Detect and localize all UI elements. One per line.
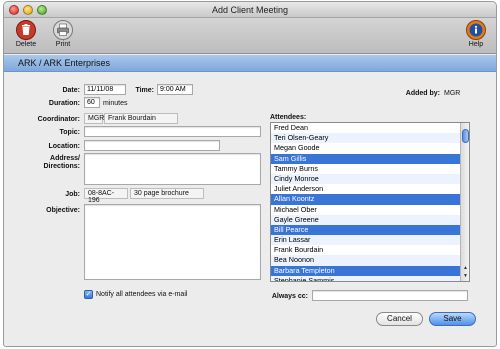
add-client-meeting-window: Add Client Meeting Delete Print Help ARK… [3,1,497,347]
attendee-item[interactable]: Gayle Greene [271,214,469,225]
attendee-item[interactable]: Juliet Anderson [271,184,469,194]
address-directions-field[interactable] [84,153,261,185]
toolbar: Delete Print Help [4,18,496,54]
notify-checkbox[interactable]: ✓ [84,290,93,299]
client-title: ARK / ARK Enterprises [18,58,111,68]
attendee-item[interactable]: Fred Dean [271,123,469,133]
job-name[interactable]: 30 page brochure [130,188,204,199]
objective-label: Objective: [46,207,80,214]
attendees-rows: Fred Dean Teri Olsen-Geary Megan Goode Sam … [271,123,469,281]
added-by-value: MGR [444,90,461,97]
attendees-scrollbar[interactable]: ▲ ▼ [460,123,469,281]
printer-icon [53,20,73,40]
duration-field[interactable] [84,97,100,108]
duration-label: Duration: [48,100,80,107]
delete-button[interactable]: Delete [11,20,41,48]
location-label: Location: [48,143,81,150]
delete-label: Delete [15,41,37,48]
attendees-label: Attendees: [270,114,307,121]
help-label: Help [468,41,484,48]
scroll-up-arrow-icon[interactable]: ▲ [461,265,469,271]
attendee-item[interactable]: Cindy Monroe [271,173,469,185]
attendee-item[interactable]: Bill Pearce [271,224,469,236]
attendee-item[interactable]: Erin Lassar [271,235,469,246]
coordinator-name[interactable]: Frank Bourdain [104,113,178,124]
attendee-item[interactable]: Teri Olsen-Geary [271,133,469,144]
duration-unit: minutes [103,100,128,107]
objective-field[interactable] [84,204,261,280]
coordinator-code[interactable]: MGR [84,113,104,124]
cancel-button[interactable]: Cancel [376,312,423,326]
attendee-item[interactable]: Stephanie Sammis [271,275,469,281]
print-button[interactable]: Print [48,20,78,48]
job-code[interactable]: 08-8AC-196 [84,188,128,204]
attendee-item[interactable]: Bea Noonon [271,255,469,266]
trash-icon [16,20,36,40]
coordinator-label: Coordinator: [37,116,80,123]
topic-field[interactable] [84,126,261,137]
attendee-item[interactable]: Michael Ober [271,205,469,215]
time-field[interactable] [157,84,193,95]
address-label: Address/ [50,155,80,162]
always-cc-label: Always cc: [271,293,308,300]
scroll-thumb[interactable] [462,129,469,143]
attendee-item[interactable]: Allan Koontz [271,194,469,205]
window-title: Add Client Meeting [211,5,289,15]
client-header: ARK / ARK Enterprises [4,55,496,72]
location-field[interactable] [84,140,220,151]
scroll-down-arrow-icon[interactable]: ▼ [461,273,469,279]
title-bar: Add Client Meeting [4,2,496,18]
directions-label: Directions: [43,163,80,170]
help-button[interactable]: Help [461,20,491,48]
attendee-item[interactable]: Barbara Templeton [271,265,469,276]
notify-label: Notify all attendees via e-mail [96,291,188,298]
always-cc-field[interactable] [312,290,468,301]
time-label: Time: [135,87,154,94]
info-icon [466,20,486,40]
date-label: Date: [62,87,80,94]
added-by-label: Added by: [405,90,440,97]
job-label: Job: [65,191,80,198]
attendee-item[interactable]: Megan Goode [271,143,469,153]
attendee-item[interactable]: Tammy Burns [271,164,469,174]
attendees-list[interactable]: Fred Dean Teri Olsen-Geary Megan Goode Sam … [270,122,470,282]
attendee-item[interactable]: Sam Gillis [271,153,469,164]
save-button[interactable]: Save [429,312,476,326]
date-field[interactable] [84,84,126,95]
topic-label: Topic: [59,129,80,136]
print-label: Print [55,41,71,48]
attendee-item[interactable]: Frank Bourdain [271,245,469,255]
